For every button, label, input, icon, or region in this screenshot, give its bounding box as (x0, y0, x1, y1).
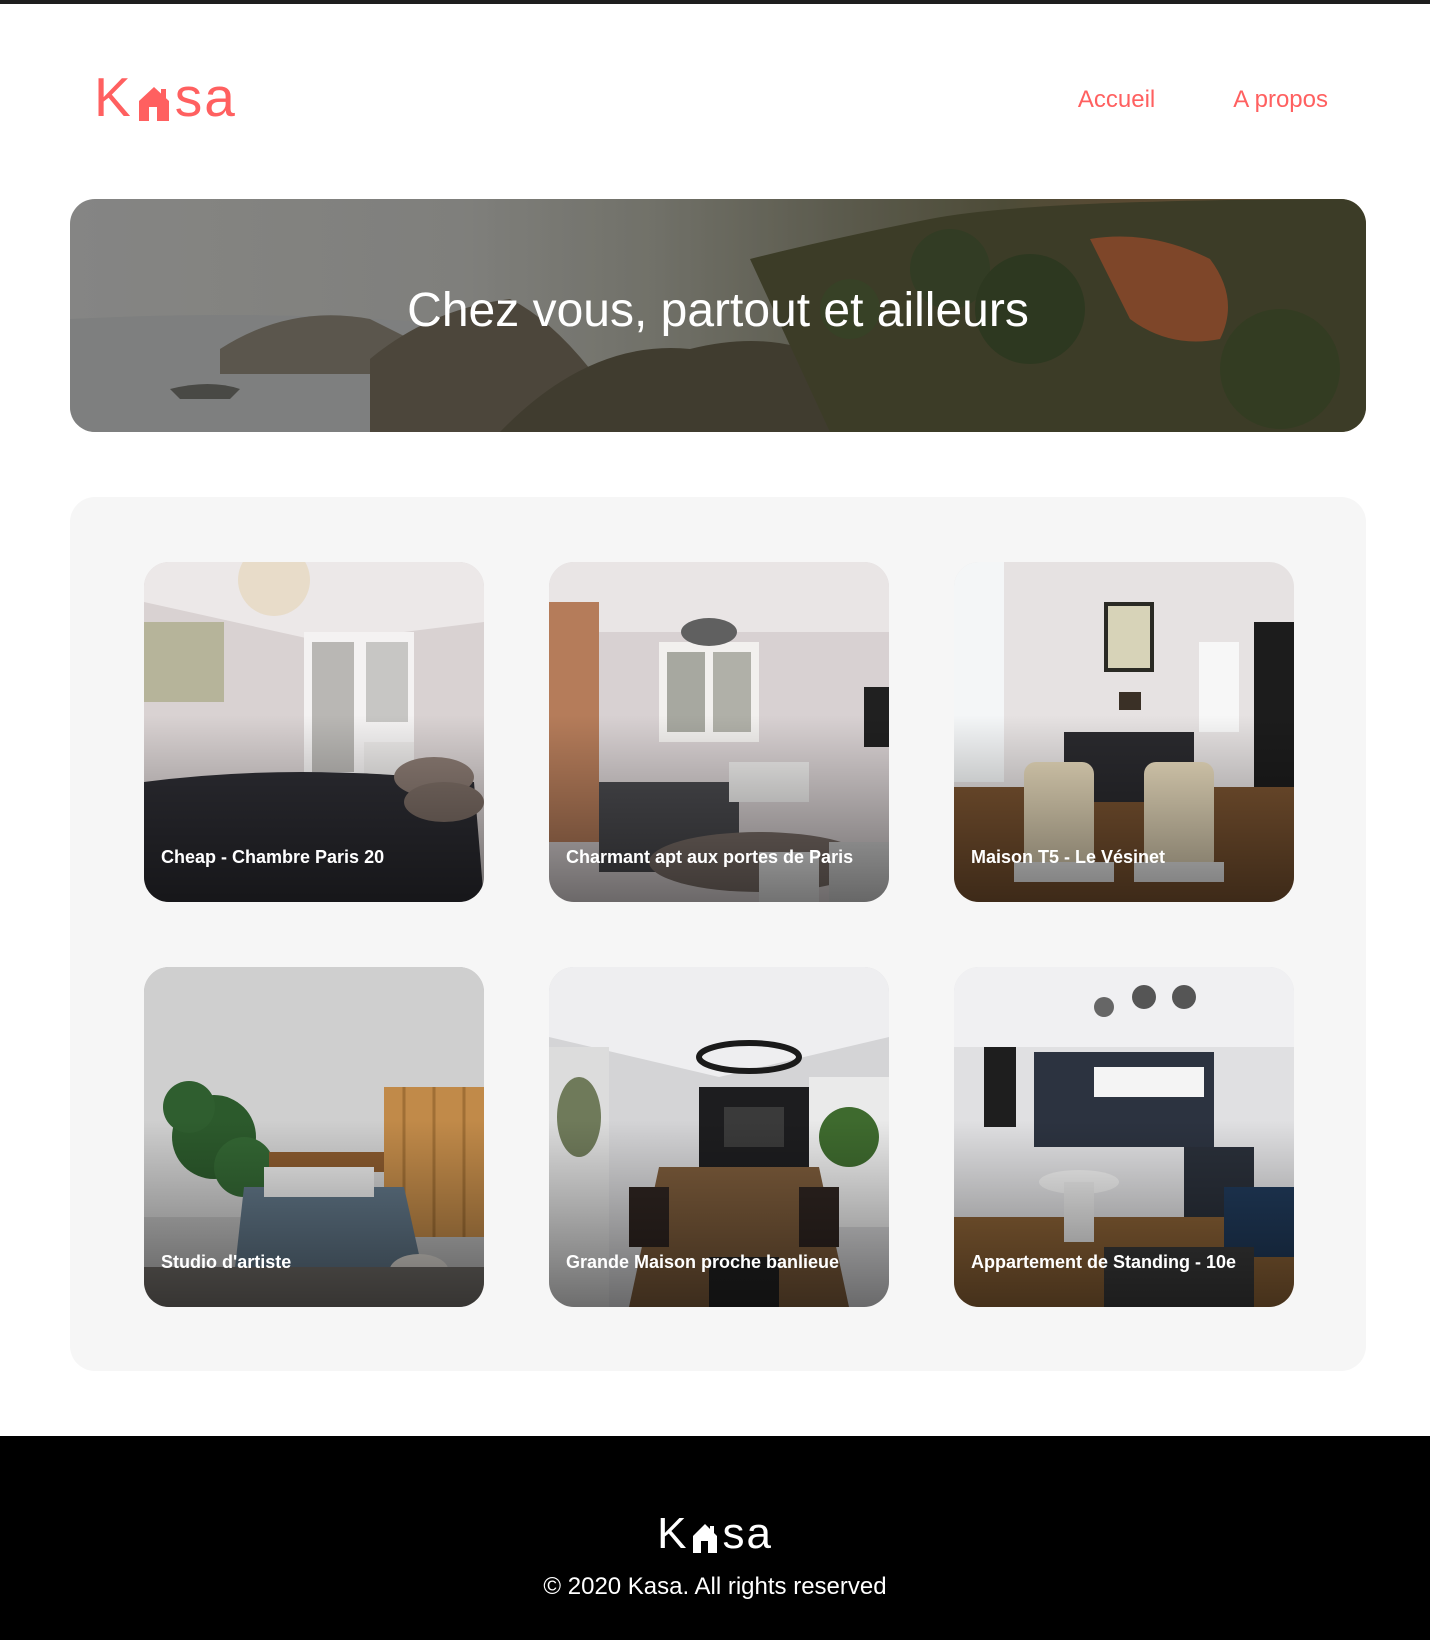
copyright-text: © 2020 Kasa. All rights reserved (543, 1573, 887, 1600)
site-header: K sa Accueil A propos (0, 4, 1430, 194)
footer-logo-letter-k: K (657, 1509, 689, 1558)
footer-logo-letters-sa: sa (722, 1509, 773, 1558)
listing-card[interactable]: Charmant apt aux portes de Paris (549, 562, 889, 902)
hero-banner: Chez vous, partout et ailleurs (70, 199, 1366, 432)
house-icon (135, 79, 173, 125)
house-icon (690, 1518, 720, 1556)
listing-title: Grande Maison proche banlieue (566, 1252, 840, 1273)
listing-title: Charmant apt aux portes de Paris (566, 847, 854, 868)
listing-card[interactable]: Grande Maison proche banlieue (549, 967, 889, 1307)
nav-link-a-propos[interactable]: A propos (1233, 86, 1328, 115)
listing-card[interactable]: Maison T5 - Le Vésinet (954, 562, 1294, 902)
banner-title: Chez vous, partout et ailleurs (407, 284, 1029, 337)
logo-letters-sa: sa (174, 66, 237, 128)
kasa-logo[interactable]: K sa (94, 70, 237, 125)
listing-title: Studio d'artiste (161, 1252, 292, 1273)
footer-kasa-logo[interactable]: K sa (0, 1512, 1430, 1556)
site-footer: K sa © 2020 Kasa. All rights reserved (0, 1436, 1430, 1640)
logo-letter-k: K (94, 66, 133, 128)
listing-title: Cheap - Chambre Paris 20 (161, 847, 385, 868)
listing-card[interactable]: Appartement de Standing - 10e (954, 967, 1294, 1307)
main-nav: Accueil A propos (1078, 86, 1328, 115)
listing-card[interactable]: Studio d'artiste (144, 967, 484, 1307)
listing-title: Maison T5 - Le Vésinet (971, 847, 1166, 868)
listing-card[interactable]: Cheap - Chambre Paris 20 (144, 562, 484, 902)
listing-title: Appartement de Standing - 10e (971, 1252, 1237, 1273)
listings-gallery: Cheap - Chambre Paris 20 Charmant apt au… (70, 497, 1366, 1371)
nav-link-accueil[interactable]: Accueil (1078, 86, 1155, 115)
